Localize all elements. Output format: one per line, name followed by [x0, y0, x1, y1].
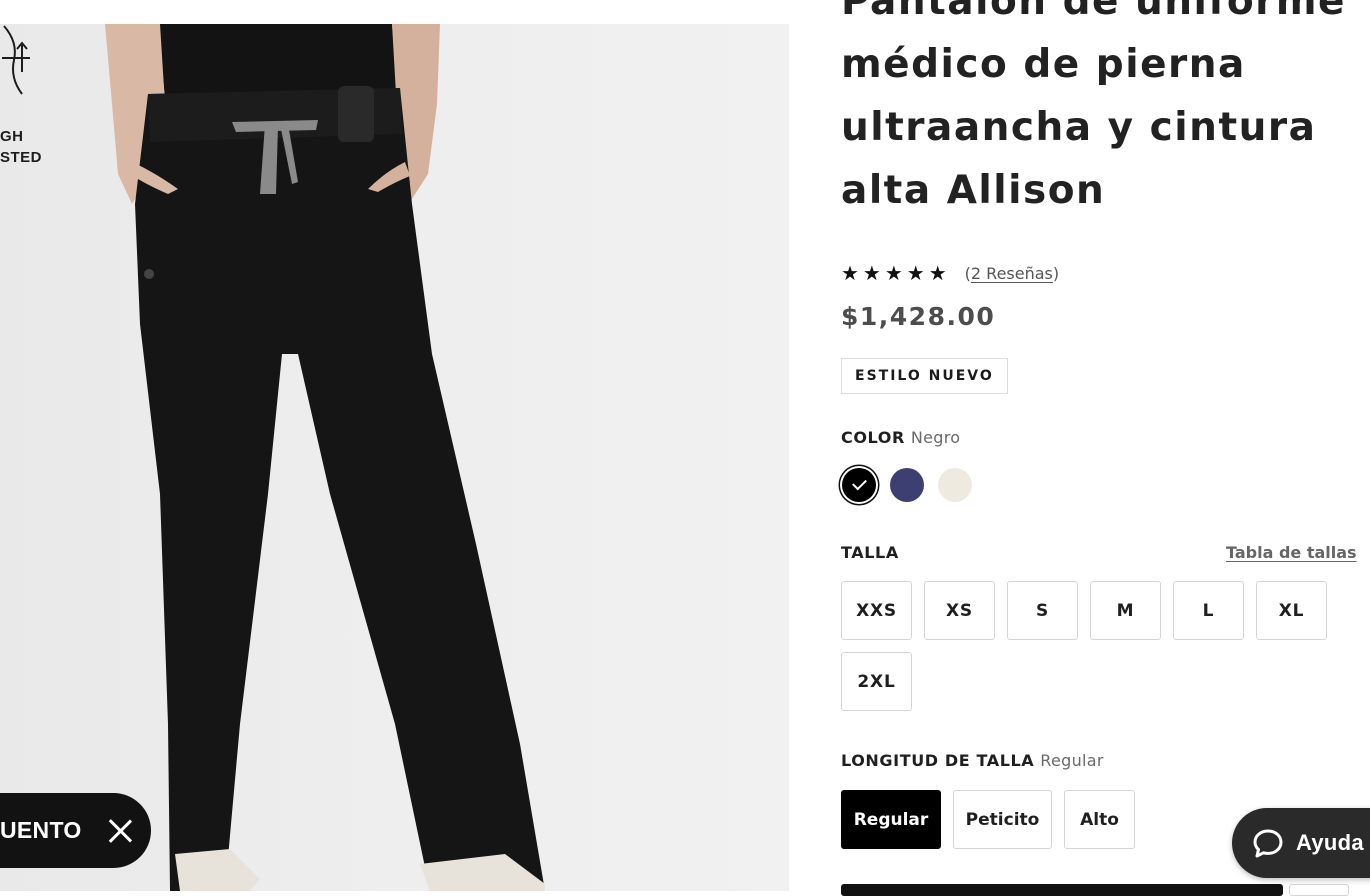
product-price: $1,428.00: [841, 302, 996, 331]
length-option-alto[interactable]: Alto: [1064, 790, 1135, 849]
size-option-l[interactable]: L: [1173, 581, 1244, 640]
rating: ★★★★★ (2 Reseñas): [841, 261, 1059, 285]
size-label: TALLA: [841, 543, 899, 562]
swatch-black[interactable]: [842, 468, 876, 502]
wishlist-button[interactable]: [1289, 884, 1349, 896]
color-selected-value: Negro: [910, 428, 961, 447]
color-label: COLOR Negro: [841, 428, 961, 447]
star-rating-icon: ★★★★★: [841, 261, 951, 285]
close-icon[interactable]: [106, 817, 134, 845]
size-option-2xl[interactable]: 2XL: [841, 652, 912, 711]
length-label: LONGITUD DE TALLA Regular: [841, 751, 1104, 770]
new-style-badge: ESTILO NUEVO: [841, 358, 1008, 394]
product-title: Pantalón de uniforme médico de pierna ul…: [841, 0, 1347, 213]
size-option-xl[interactable]: XL: [1256, 581, 1327, 640]
product-image[interactable]: GH STED UENTO: [0, 24, 789, 891]
promo-pill[interactable]: UENTO: [0, 793, 151, 868]
help-label: Ayuda: [1296, 830, 1364, 855]
length-option-peticito[interactable]: Peticito: [953, 790, 1052, 849]
add-to-cart-button[interactable]: [841, 884, 1283, 896]
length-selected-value: Regular: [1040, 751, 1104, 770]
check-icon: [852, 475, 867, 491]
size-chart-link[interactable]: Tabla de tallas: [1226, 543, 1357, 562]
product-info: Pantalón de uniforme médico de pierna ul…: [841, 0, 1370, 896]
badge-text-line-1: GH: [0, 128, 24, 145]
chat-bubble-icon: [1253, 829, 1283, 858]
length-option-regular[interactable]: Regular: [841, 790, 941, 849]
promo-text: UENTO: [0, 817, 82, 843]
size-option-xs[interactable]: XS: [924, 581, 995, 640]
swatch-navy[interactable]: [890, 468, 924, 502]
product-photo: [105, 24, 545, 891]
badge-text-line-2: STED: [0, 149, 43, 166]
size-option-m[interactable]: M: [1090, 581, 1161, 640]
waist-icon: [2, 25, 30, 95]
help-chat-button[interactable]: Ayuda: [1232, 808, 1370, 878]
size-option-s[interactable]: S: [1007, 581, 1078, 640]
reviews-link[interactable]: (2 Reseñas): [965, 264, 1059, 283]
size-option-xxs[interactable]: XXS: [841, 581, 912, 640]
swatch-cream[interactable]: [938, 468, 972, 502]
